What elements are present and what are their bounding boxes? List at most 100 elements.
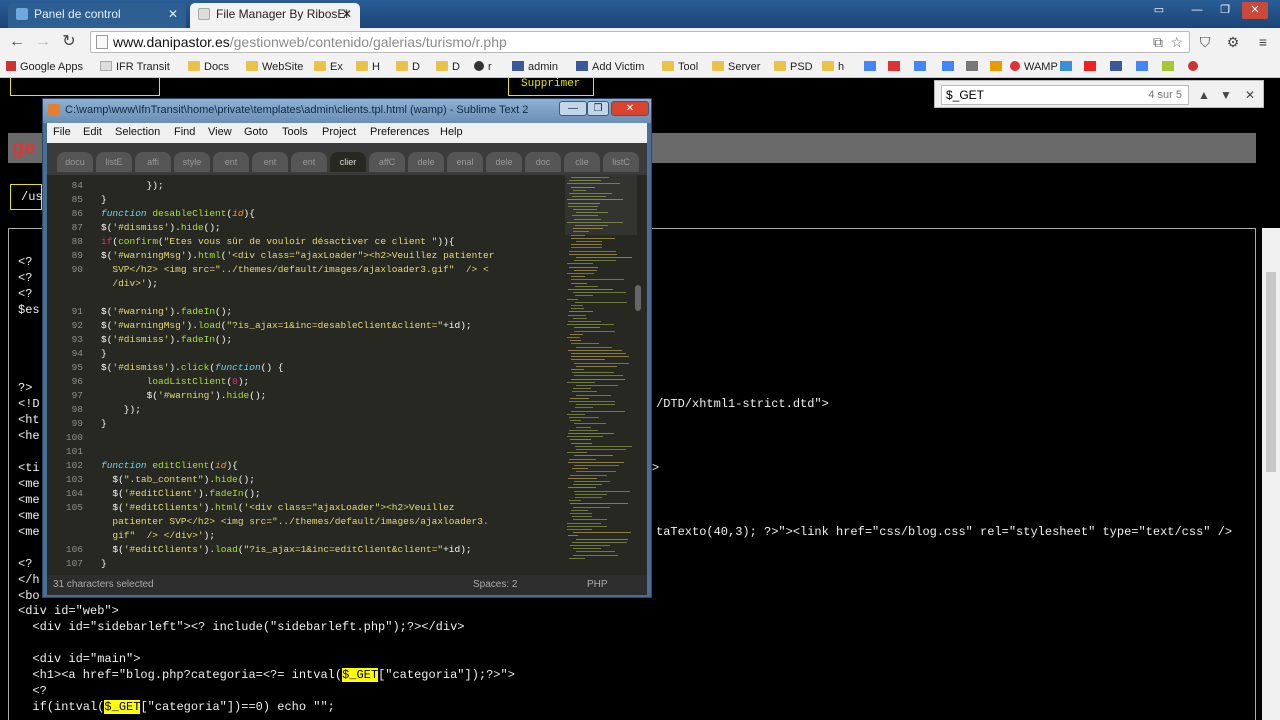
chrome-menu-icon[interactable]: ≡: [1254, 33, 1272, 51]
editor-tab[interactable]: style: [174, 152, 210, 172]
close-tab-icon[interactable]: ✕: [342, 3, 352, 25]
bookmark-item[interactable]: [966, 59, 982, 75]
forward-arrow-icon[interactable]: →: [32, 32, 54, 52]
menu-goto[interactable]: Goto: [244, 126, 268, 138]
menu-selection[interactable]: Selection: [115, 126, 160, 138]
apps-shortcut[interactable]: Google Apps: [6, 59, 83, 75]
bookmark-item[interactable]: Add Victim: [576, 59, 644, 75]
settings-extension-icon[interactable]: ⚙: [1224, 33, 1242, 51]
bookmark-item[interactable]: [1188, 59, 1202, 75]
bookmark-folder[interactable]: Tool: [662, 59, 698, 75]
minimap-line: [569, 557, 585, 559]
maximize-window-button[interactable]: ❐: [1212, 2, 1238, 19]
reload-icon[interactable]: ↻: [58, 32, 80, 52]
bookmark-item[interactable]: [990, 59, 1006, 75]
bookmark-folder[interactable]: WebSite: [246, 59, 303, 75]
menu-edit[interactable]: Edit: [83, 126, 102, 138]
close-window-button[interactable]: ✕: [1242, 2, 1268, 19]
maximize-button[interactable]: ❐: [587, 101, 609, 116]
path-input[interactable]: /us: [10, 184, 43, 210]
bookmark-folder[interactable]: Ex: [314, 59, 343, 75]
editor-tab[interactable]: affi: [135, 152, 171, 172]
editor-tab[interactable]: doc: [525, 152, 561, 172]
menu-find[interactable]: Find: [174, 126, 195, 138]
find-next-icon[interactable]: ▼: [1215, 85, 1237, 105]
editor-scrollbar[interactable]: [635, 285, 641, 311]
line-number: 104: [65, 488, 83, 499]
youtube-bookmark[interactable]: [1084, 59, 1100, 75]
indentation-status[interactable]: Spaces: 2: [473, 575, 517, 595]
bookmark-item[interactable]: IFR Transit: [100, 59, 170, 75]
translate-icon[interactable]: ⧉: [1153, 32, 1163, 52]
minimap-line: [572, 372, 614, 374]
minimap-line: [567, 413, 585, 415]
browser-tab-panel[interactable]: Panel de control ✕: [8, 3, 186, 28]
bookmark-folder[interactable]: h: [822, 59, 844, 75]
menu-tools[interactable]: Tools: [282, 126, 308, 138]
minimap-viewport[interactable]: [565, 175, 637, 235]
code-editor[interactable]: 84 85 86 87 88 89 90 91 92 93 94 95 96 9…: [47, 175, 647, 575]
menu-file[interactable]: File: [53, 126, 71, 138]
bookmark-item[interactable]: [1060, 59, 1076, 75]
bookmark-folder[interactable]: Docs: [188, 59, 229, 75]
bookmark-star-icon[interactable]: ☆: [1170, 32, 1183, 52]
bookmark-item[interactable]: admin: [512, 59, 558, 75]
menu-help[interactable]: Help: [440, 126, 463, 138]
address-bar[interactable]: www.danipastor.es/gestionweb/contenido/g…: [90, 31, 1190, 53]
minimap-line: [568, 314, 586, 316]
line-number: 94: [71, 348, 83, 359]
editor-tab-active[interactable]: clier: [330, 152, 366, 172]
bookmark-folder[interactable]: D: [436, 59, 460, 75]
close-button[interactable]: ✕: [611, 101, 649, 116]
minimap-line: [568, 535, 578, 537]
editor-tab[interactable]: ent: [291, 152, 327, 172]
editor-tab[interactable]: dele: [486, 152, 522, 172]
shield-extension-icon[interactable]: ⛉: [1196, 33, 1214, 51]
google-bookmark[interactable]: [1136, 59, 1152, 75]
minimap-line: [576, 426, 591, 428]
facebook-bookmark[interactable]: [1110, 59, 1126, 75]
bookmark-folder[interactable]: D: [396, 59, 420, 75]
bookmark-item[interactable]: r: [474, 59, 492, 75]
minimap-line: [568, 433, 614, 434]
editor-tab[interactable]: listE: [96, 152, 132, 172]
menu-view[interactable]: View: [208, 126, 232, 138]
bookmark-item[interactable]: WAMP: [1010, 59, 1058, 75]
minimize-window-button[interactable]: —: [1184, 2, 1210, 19]
back-arrow-icon[interactable]: ←: [6, 32, 28, 52]
google-bookmark[interactable]: [864, 59, 880, 75]
bookmark-folder[interactable]: Server: [712, 59, 760, 75]
page-info-icon[interactable]: [96, 35, 108, 49]
page-scrollbar[interactable]: [1262, 228, 1280, 720]
facebook-icon: [576, 61, 588, 71]
scrollbar-thumb[interactable]: [1266, 272, 1276, 472]
find-previous-icon[interactable]: ▲: [1193, 85, 1215, 105]
google-bookmark[interactable]: [914, 59, 930, 75]
editor-tab[interactable]: ent: [213, 152, 249, 172]
close-tab-icon[interactable]: ✕: [168, 3, 178, 25]
editor-tab[interactable]: dele: [408, 152, 444, 172]
menu-preferences[interactable]: Preferences: [370, 126, 429, 138]
user-profile-icon[interactable]: ▭: [1146, 2, 1172, 19]
editor-tab[interactable]: docu: [57, 152, 93, 172]
editor-tab[interactable]: enal: [447, 152, 483, 172]
bookmark-item[interactable]: [1162, 59, 1178, 75]
menu-project[interactable]: Project: [322, 126, 356, 138]
minimap-line: [568, 289, 613, 290]
editor-tab[interactable]: ent: [252, 152, 288, 172]
bookmark-folder[interactable]: H: [356, 59, 380, 75]
code-minimap[interactable]: [565, 175, 637, 575]
editor-tab[interactable]: clie: [564, 152, 600, 172]
browser-tab-file-manager[interactable]: File Manager By RibosEl ✕: [190, 3, 360, 28]
find-input[interactable]: $_GET 4 sur 5: [941, 85, 1189, 105]
editor-tab[interactable]: listC: [603, 152, 639, 172]
minimap-line: [571, 279, 624, 281]
supprimer-button[interactable]: Supprimer: [508, 78, 594, 96]
google-bookmark[interactable]: [942, 59, 958, 75]
syntax-status[interactable]: PHP: [587, 575, 608, 595]
bookmark-item[interactable]: [888, 59, 904, 75]
editor-tab[interactable]: affC: [369, 152, 405, 172]
bookmark-folder[interactable]: PSD: [774, 59, 813, 75]
minimize-button[interactable]: —: [559, 101, 587, 116]
find-close-icon[interactable]: ✕: [1239, 85, 1261, 105]
